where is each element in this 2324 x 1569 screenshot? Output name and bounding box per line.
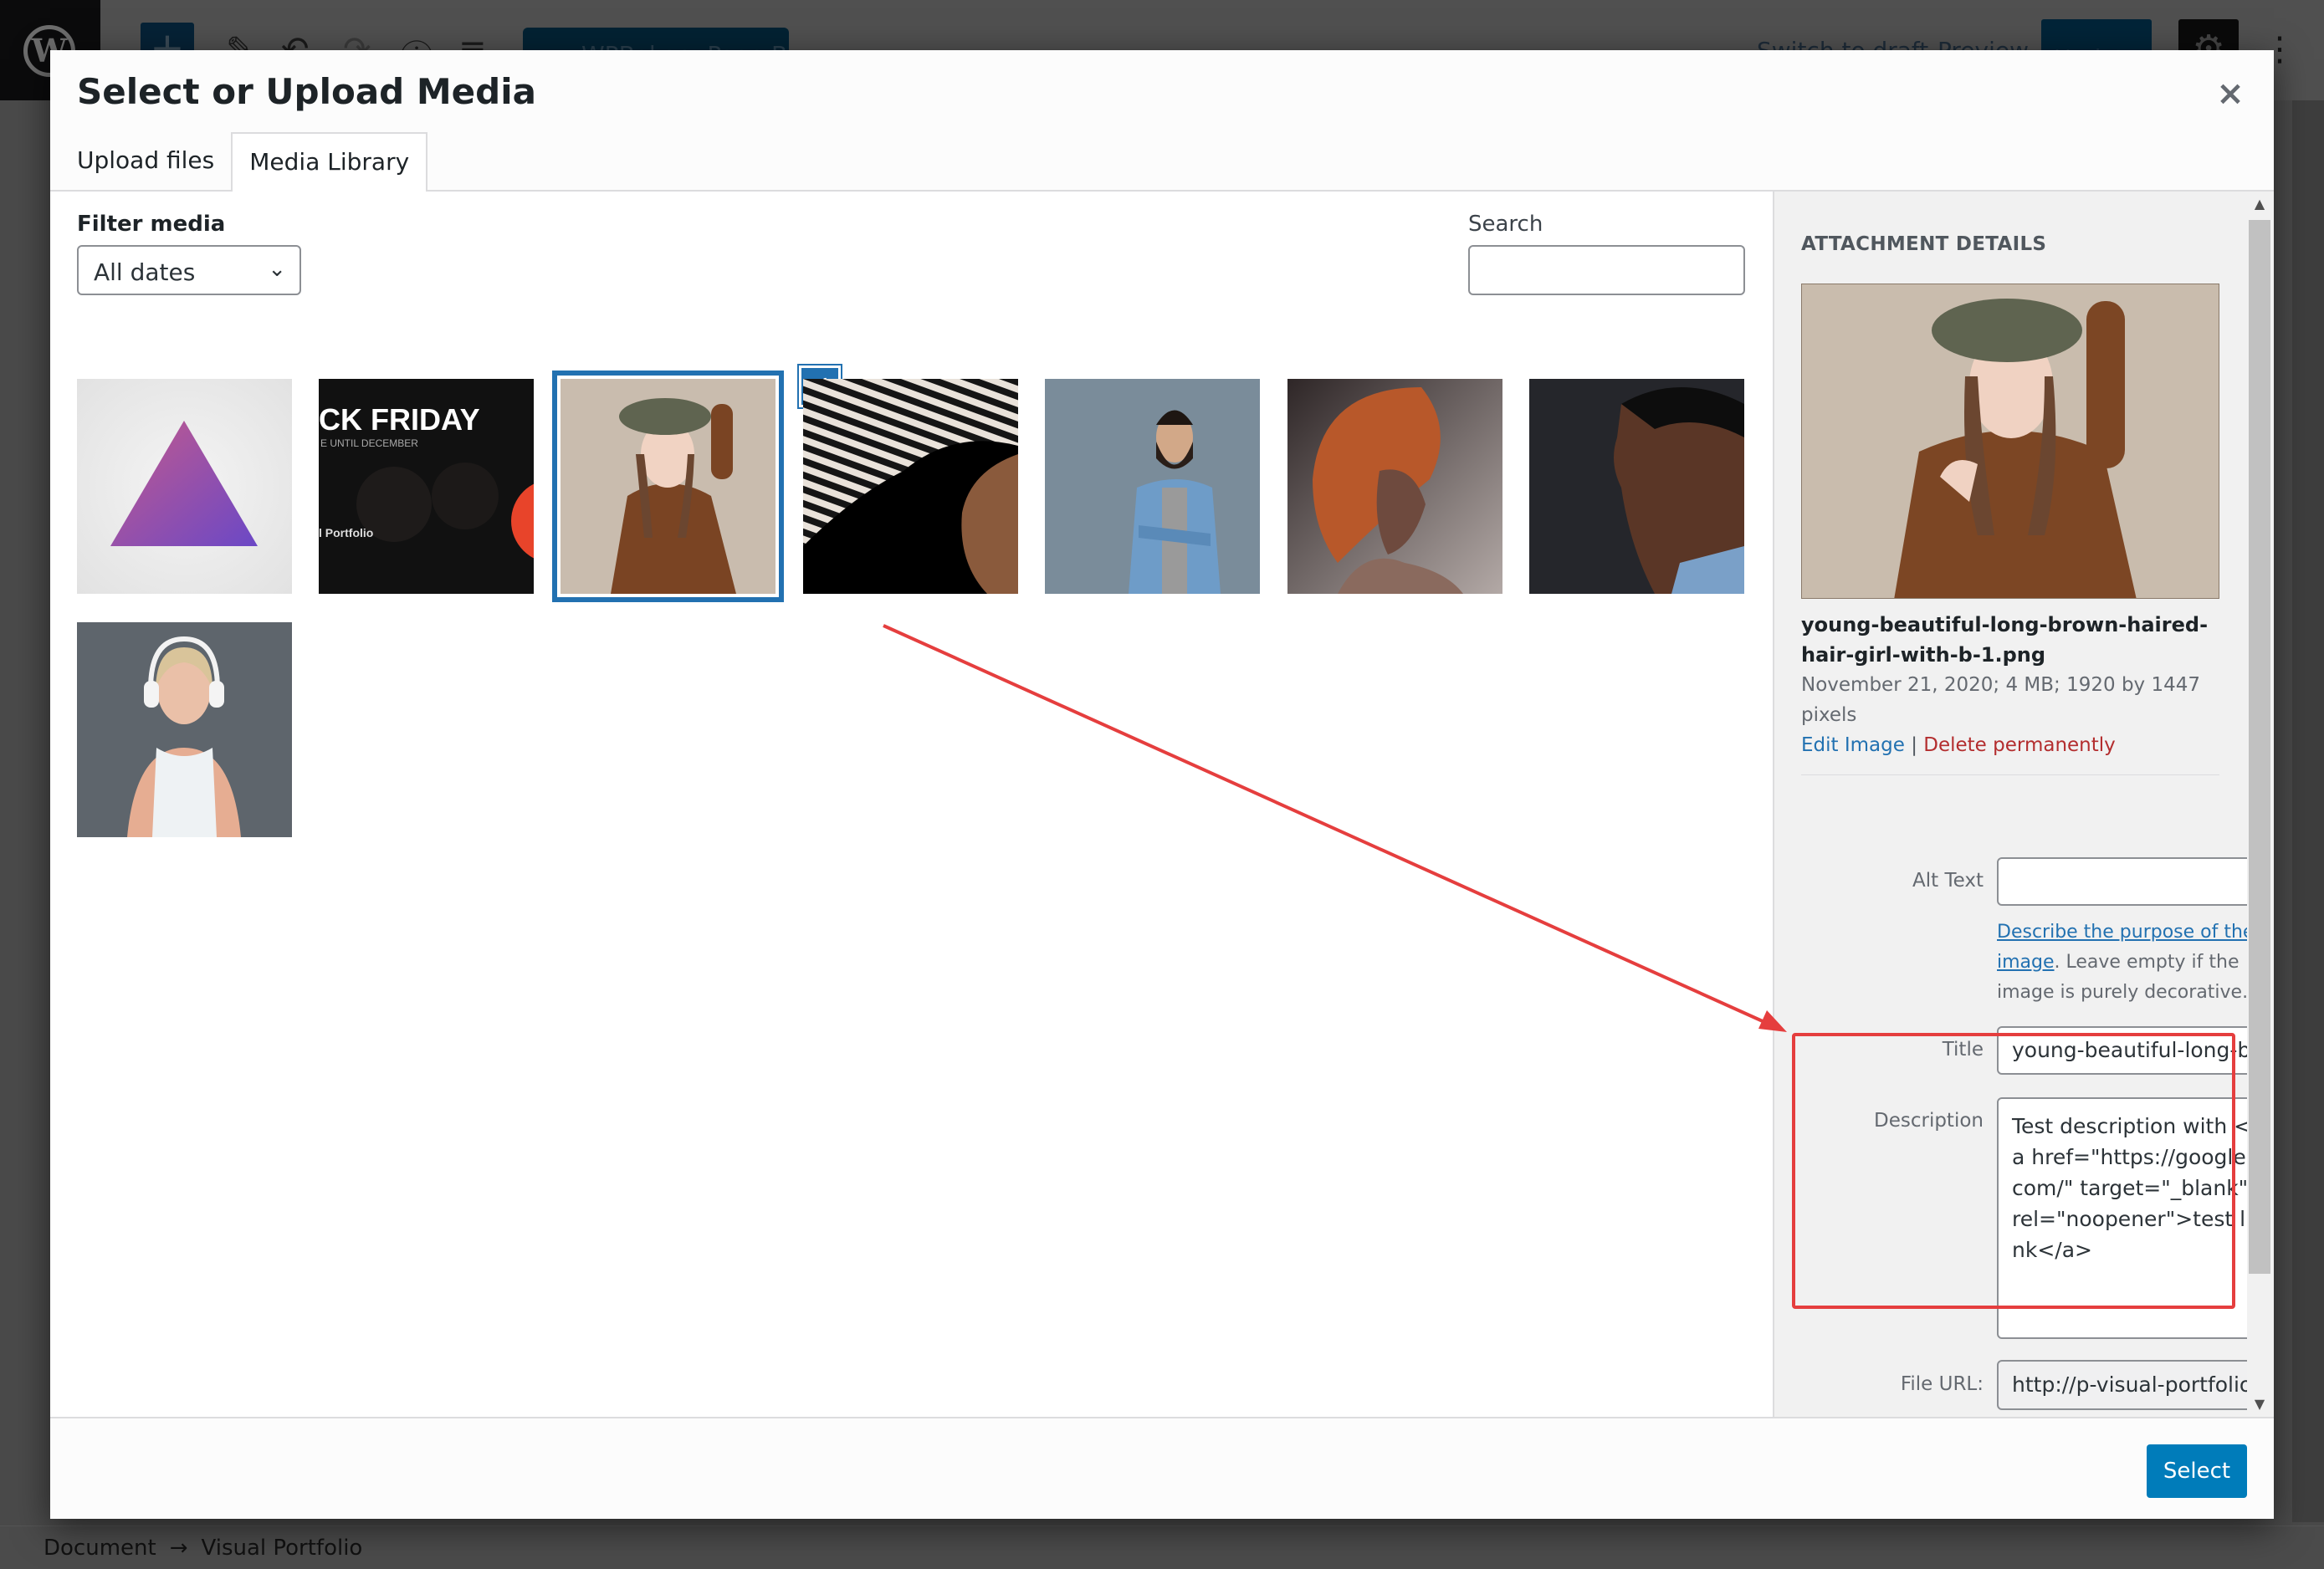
date-filter-select[interactable]: All dates ⌄ xyxy=(77,245,301,295)
man-profile-image xyxy=(1529,379,1744,594)
close-icon[interactable]: × xyxy=(2212,75,2249,112)
search-label: Search xyxy=(1468,212,1543,237)
attachment-preview xyxy=(1801,284,2219,599)
media-item-striped-headwrap[interactable] xyxy=(803,379,1018,594)
black-friday-subtext: E UNTIL DECEMBER xyxy=(320,437,418,449)
media-browser: Filter media All dates ⌄ Search CK FRIDA… xyxy=(50,192,1773,1467)
attachment-actions: Edit Image | Delete permanently xyxy=(1801,730,2116,760)
edit-image-link[interactable]: Edit Image xyxy=(1801,734,1905,756)
alt-text-input[interactable] xyxy=(1997,857,2268,906)
media-item-man-profile[interactable] xyxy=(1529,379,1744,594)
description-textarea[interactable]: Test description with <a href="https://g… xyxy=(1997,1097,2268,1339)
breadcrumb-document[interactable]: Document xyxy=(44,1536,156,1561)
attachment-filename: young-beautiful-long-brown-haired-hair-g… xyxy=(1801,613,2209,667)
modal-footer: Select xyxy=(50,1417,2274,1519)
striped-headwrap-image xyxy=(803,379,1018,594)
title-label: Title xyxy=(1942,1039,1984,1060)
breadcrumb: Document → Visual Portfolio xyxy=(44,1536,362,1561)
attachment-meta: November 21, 2020; 4 MB; 1920 by 1447 pi… xyxy=(1801,670,2219,730)
alt-text-label: Alt Text xyxy=(1912,870,1984,892)
triangle-image xyxy=(77,379,292,594)
tab-upload-files[interactable]: Upload files xyxy=(77,132,231,192)
date-filter-value: All dates xyxy=(94,258,196,286)
file-url-input[interactable]: http://p-visual-portfolio.local/ xyxy=(1997,1360,2268,1410)
editor-sidebar xyxy=(2292,100,2324,1522)
media-item-bearded-man[interactable] xyxy=(1045,379,1260,594)
scroll-down-arrow-icon[interactable]: ▼ xyxy=(2247,1392,2272,1417)
filter-media-label: Filter media xyxy=(77,212,226,237)
description-label: Description xyxy=(1874,1110,1984,1132)
delete-permanently-link[interactable]: Delete permanently xyxy=(1923,734,2116,756)
description-value: Test description with <a href="https://g… xyxy=(2012,1114,2253,1262)
modal-title: Select or Upload Media xyxy=(77,71,536,112)
attachment-date: November 21, 2020; xyxy=(1801,674,2000,696)
modal-header: Select or Upload Media × Upload files Me… xyxy=(50,50,2274,193)
black-friday-heading: CK FRIDAY xyxy=(319,402,480,437)
headphones-woman-image xyxy=(77,622,292,837)
tab-media-library[interactable]: Media Library xyxy=(231,132,428,193)
details-divider xyxy=(1801,774,2219,775)
title-input[interactable]: young-beautiful-long-brown-haired-hair-g… xyxy=(1997,1026,2268,1075)
media-item-headphones[interactable] xyxy=(77,622,292,837)
chevron-down-icon: ⌄ xyxy=(268,257,286,282)
bearded-man-image xyxy=(1045,379,1260,594)
media-item-black-friday[interactable]: CK FRIDAY E UNTIL DECEMBER l Portfolio xyxy=(319,379,534,594)
attachment-details-heading: ATTACHMENT DETAILS xyxy=(1801,233,2047,255)
black-friday-footer: l Portfolio xyxy=(319,526,374,539)
media-modal: Select or Upload Media × Upload files Me… xyxy=(50,50,2274,1519)
breadcrumb-separator: → xyxy=(169,1536,188,1561)
file-url-label: File URL: xyxy=(1900,1373,1984,1395)
girl-with-hat-image xyxy=(561,379,776,594)
red-curly-hair-image xyxy=(1287,379,1502,594)
select-button[interactable]: Select xyxy=(2147,1444,2247,1498)
media-item-gradient-triangle[interactable] xyxy=(77,379,292,594)
scroll-up-arrow-icon[interactable]: ▲ xyxy=(2247,192,2272,217)
modal-tabs: Upload files Media Library xyxy=(77,132,428,193)
attachment-details-panel: ATTACHMENT DETAILS young-beautiful-long-… xyxy=(1773,192,2274,1467)
media-item-red-curly-hair[interactable] xyxy=(1287,379,1502,594)
attachment-preview-image xyxy=(1802,284,2219,598)
scrollbar-thumb[interactable] xyxy=(2249,220,2270,1274)
details-scrollbar[interactable]: ▲ ▼ xyxy=(2247,192,2272,1417)
search-input[interactable] xyxy=(1468,245,1745,295)
media-item-girl-with-hat[interactable] xyxy=(552,371,784,602)
actions-separator: | xyxy=(1911,734,1917,756)
alt-text-help: Describe the purpose of the image. Leave… xyxy=(1997,917,2265,1008)
attachment-size: 4 MB; xyxy=(2005,674,2060,696)
breadcrumb-visual-portfolio[interactable]: Visual Portfolio xyxy=(202,1536,363,1561)
